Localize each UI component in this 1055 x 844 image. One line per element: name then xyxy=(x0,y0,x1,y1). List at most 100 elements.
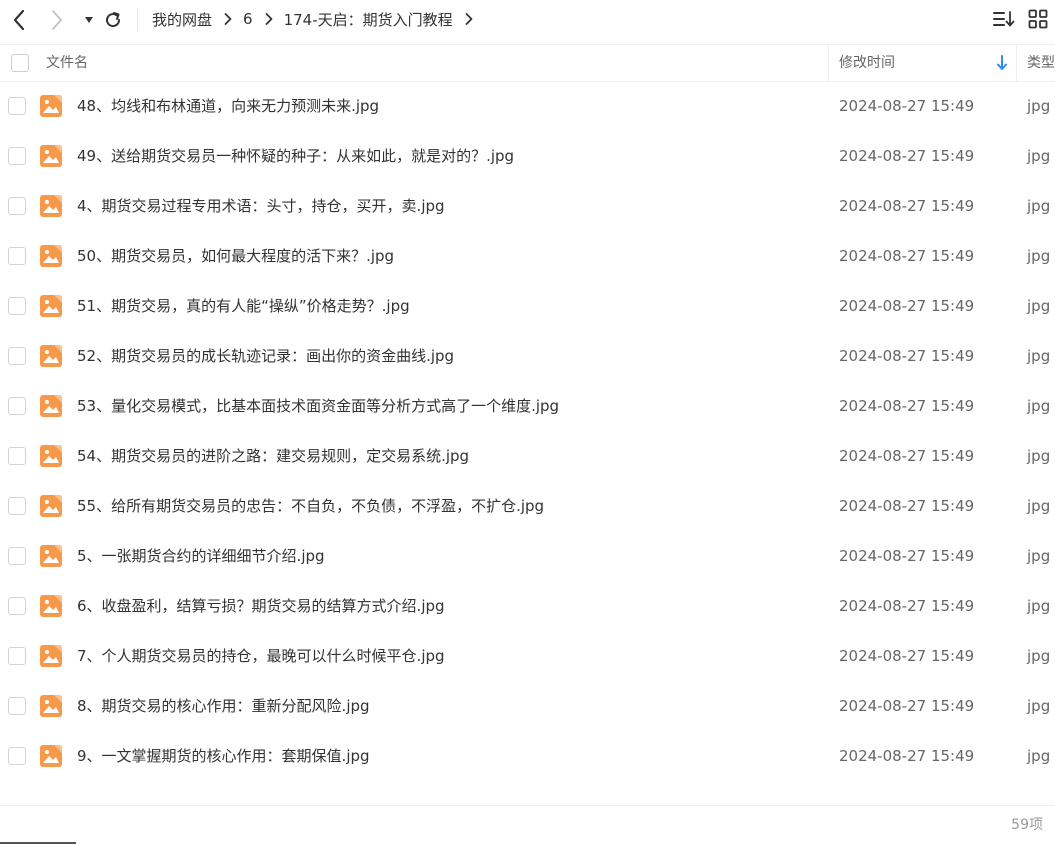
file-row[interactable]: 54、期货交易员的进阶之路：建交易规则，定交易系统.jpg 2024-08-27 … xyxy=(0,431,1055,481)
image-file-icon xyxy=(40,745,62,767)
row-checkbox[interactable] xyxy=(8,297,26,315)
row-checkbox[interactable] xyxy=(8,547,26,565)
file-modified-time: 2024-08-27 15:49 xyxy=(839,747,975,765)
image-file-icon xyxy=(40,595,62,617)
select-all-checkbox[interactable] xyxy=(11,54,29,72)
row-checkbox[interactable] xyxy=(8,647,26,665)
image-file-icon xyxy=(40,645,62,667)
caret-down-icon[interactable] xyxy=(76,7,102,33)
file-row[interactable]: 9、一文掌握期货的核心作用：套期保值.jpg 2024-08-27 15:49 jp… xyxy=(0,731,1055,781)
file-name[interactable]: 51、期货交易，真的有人能“操纵”价格走势？.jpg xyxy=(77,281,410,331)
file-row[interactable]: 52、期货交易员的成长轨迹记录：画出你的资金曲线.jpg 2024-08-27 1… xyxy=(0,331,1055,381)
file-name[interactable]: 9、一文掌握期货的核心作用：套期保值.jpg xyxy=(77,731,370,781)
chevron-right-icon xyxy=(223,12,233,26)
file-type: jpg xyxy=(1027,247,1051,265)
file-type: jpg xyxy=(1027,297,1051,315)
file-row[interactable]: 8、期货交易的核心作用：重新分配风险.jpg 2024-08-27 15:49 jp… xyxy=(0,681,1055,731)
row-checkbox[interactable] xyxy=(8,597,26,615)
file-name[interactable]: 55、给所有期货交易员的忠告：不自负，不负债，不浮盈，不扩仓.jpg xyxy=(77,481,544,531)
column-header-time[interactable]: 修改时间 xyxy=(839,45,895,81)
image-file-icon xyxy=(40,95,62,117)
file-modified-time: 2024-08-27 15:49 xyxy=(839,297,975,315)
item-count: 59项 xyxy=(1011,817,1043,833)
file-row[interactable]: 49、送给期货交易员一种怀疑的种子：从来如此，就是对的？.jpg 2024-08-… xyxy=(0,131,1055,181)
toolbar: 我的网盘 6 174-天启：期货入门教程 xyxy=(0,0,1055,40)
file-type: jpg xyxy=(1027,597,1051,615)
grid-view-icon[interactable] xyxy=(1027,8,1049,30)
file-name[interactable]: 8、期货交易的核心作用：重新分配风险.jpg xyxy=(77,681,370,731)
column-divider[interactable] xyxy=(1016,45,1017,81)
chevron-right-icon[interactable] xyxy=(44,7,70,33)
file-row[interactable]: 6、收盘盈利，结算亏损？期货交易的结算方式介绍.jpg 2024-08-27 15… xyxy=(0,581,1055,631)
image-file-icon xyxy=(40,495,62,517)
row-checkbox[interactable] xyxy=(8,697,26,715)
sort-list-icon[interactable] xyxy=(993,8,1015,30)
column-divider[interactable] xyxy=(828,45,829,81)
file-type: jpg xyxy=(1027,747,1051,765)
row-checkbox[interactable] xyxy=(8,147,26,165)
file-modified-time: 2024-08-27 15:49 xyxy=(839,197,975,215)
image-file-icon xyxy=(40,395,62,417)
file-name[interactable]: 52、期货交易员的成长轨迹记录：画出你的资金曲线.jpg xyxy=(77,331,454,381)
file-list[interactable]: 47、期货交易最好用的技术指标之一：ATR.jpg2024-08-27 15:4… xyxy=(0,82,1055,804)
file-row[interactable]: 5、一张期货合约的详细细节介绍.jpg 2024-08-27 15:49 jpg xyxy=(0,531,1055,581)
refresh-icon[interactable] xyxy=(100,7,126,33)
breadcrumb: 我的网盘 6 174-天启：期货入门教程 xyxy=(152,0,484,38)
file-type: jpg xyxy=(1027,647,1051,665)
file-row[interactable]: 50、期货交易员，如何最大程度的活下来？.jpg 2024-08-27 15:49… xyxy=(0,231,1055,281)
row-checkbox[interactable] xyxy=(8,347,26,365)
row-checkbox[interactable] xyxy=(8,747,26,765)
breadcrumb-item[interactable]: 174-天启：期货入门教程 xyxy=(284,9,453,30)
file-modified-time: 2024-08-27 15:49 xyxy=(839,597,975,615)
image-file-icon xyxy=(40,145,62,167)
file-row[interactable]: 51、期货交易，真的有人能“操纵”价格走势？.jpg 2024-08-27 15:… xyxy=(0,281,1055,331)
column-header-type[interactable]: 类型 xyxy=(1027,45,1055,81)
file-type: jpg xyxy=(1027,197,1051,215)
file-modified-time: 2024-08-27 15:49 xyxy=(839,397,975,415)
file-name[interactable]: 53、量化交易模式，比基本面技术面资金面等分析方式高了一个维度.jpg xyxy=(77,381,559,431)
file-type: jpg xyxy=(1027,347,1051,365)
file-type: jpg xyxy=(1027,547,1051,565)
chevron-left-icon[interactable] xyxy=(6,7,32,33)
file-row[interactable]: 7、个人期货交易员的持仓，最晚可以什么时候平仓.jpg 2024-08-27 15… xyxy=(0,631,1055,681)
status-bar: 59项 xyxy=(0,805,1055,844)
row-checkbox[interactable] xyxy=(8,497,26,515)
sort-down-arrow-icon[interactable] xyxy=(996,55,1008,71)
file-name[interactable]: 50、期货交易员，如何最大程度的活下来？.jpg xyxy=(77,231,394,281)
file-row[interactable]: 53、量化交易模式，比基本面技术面资金面等分析方式高了一个维度.jpg 2024-… xyxy=(0,381,1055,431)
file-modified-time: 2024-08-27 15:49 xyxy=(839,247,975,265)
row-checkbox[interactable] xyxy=(8,447,26,465)
image-file-icon xyxy=(40,295,62,317)
file-row[interactable]: 48、均线和布林通道，向来无力预测未来.jpg 2024-08-27 15:49 j… xyxy=(0,82,1055,131)
file-type: jpg xyxy=(1027,97,1051,115)
row-checkbox[interactable] xyxy=(8,97,26,115)
image-file-icon xyxy=(40,695,62,717)
view-controls xyxy=(993,8,1049,30)
image-file-icon xyxy=(40,445,62,467)
file-name[interactable]: 5、一张期货合约的详细细节介绍.jpg xyxy=(77,531,325,581)
row-checkbox[interactable] xyxy=(8,397,26,415)
file-row[interactable]: 55、给所有期货交易员的忠告：不自负，不负债，不浮盈，不扩仓.jpg 2024-0… xyxy=(0,481,1055,531)
file-type: jpg xyxy=(1027,147,1051,165)
row-checkbox[interactable] xyxy=(8,247,26,265)
list-header: 文件名 修改时间 类型 xyxy=(0,44,1055,82)
file-type: jpg xyxy=(1027,447,1051,465)
file-name[interactable]: 49、送给期货交易员一种怀疑的种子：从来如此，就是对的？.jpg xyxy=(77,131,514,181)
file-modified-time: 2024-08-27 15:49 xyxy=(839,347,975,365)
file-name[interactable]: 7、个人期货交易员的持仓，最晚可以什么时候平仓.jpg xyxy=(77,631,445,681)
image-file-icon xyxy=(40,345,62,367)
toolbar-divider xyxy=(137,8,138,32)
file-modified-time: 2024-08-27 15:49 xyxy=(839,497,975,515)
chevron-right-icon xyxy=(264,12,274,26)
file-name[interactable]: 6、收盘盈利，结算亏损？期货交易的结算方式介绍.jpg xyxy=(77,581,445,631)
file-name[interactable]: 4、期货交易过程专用术语：头寸，持仓，买开，卖.jpg xyxy=(77,181,445,231)
file-name[interactable]: 48、均线和布林通道，向来无力预测未来.jpg xyxy=(77,82,379,131)
breadcrumb-item[interactable]: 我的网盘 xyxy=(152,9,212,30)
file-row[interactable]: 4、期货交易过程专用术语：头寸，持仓，买开，卖.jpg 2024-08-27 15… xyxy=(0,181,1055,231)
image-file-icon xyxy=(40,245,62,267)
file-modified-time: 2024-08-27 15:49 xyxy=(839,547,975,565)
file-name[interactable]: 54、期货交易员的进阶之路：建交易规则，定交易系统.jpg xyxy=(77,431,469,481)
row-checkbox[interactable] xyxy=(8,197,26,215)
column-header-name[interactable]: 文件名 xyxy=(46,45,88,81)
breadcrumb-item[interactable]: 6 xyxy=(243,10,253,28)
